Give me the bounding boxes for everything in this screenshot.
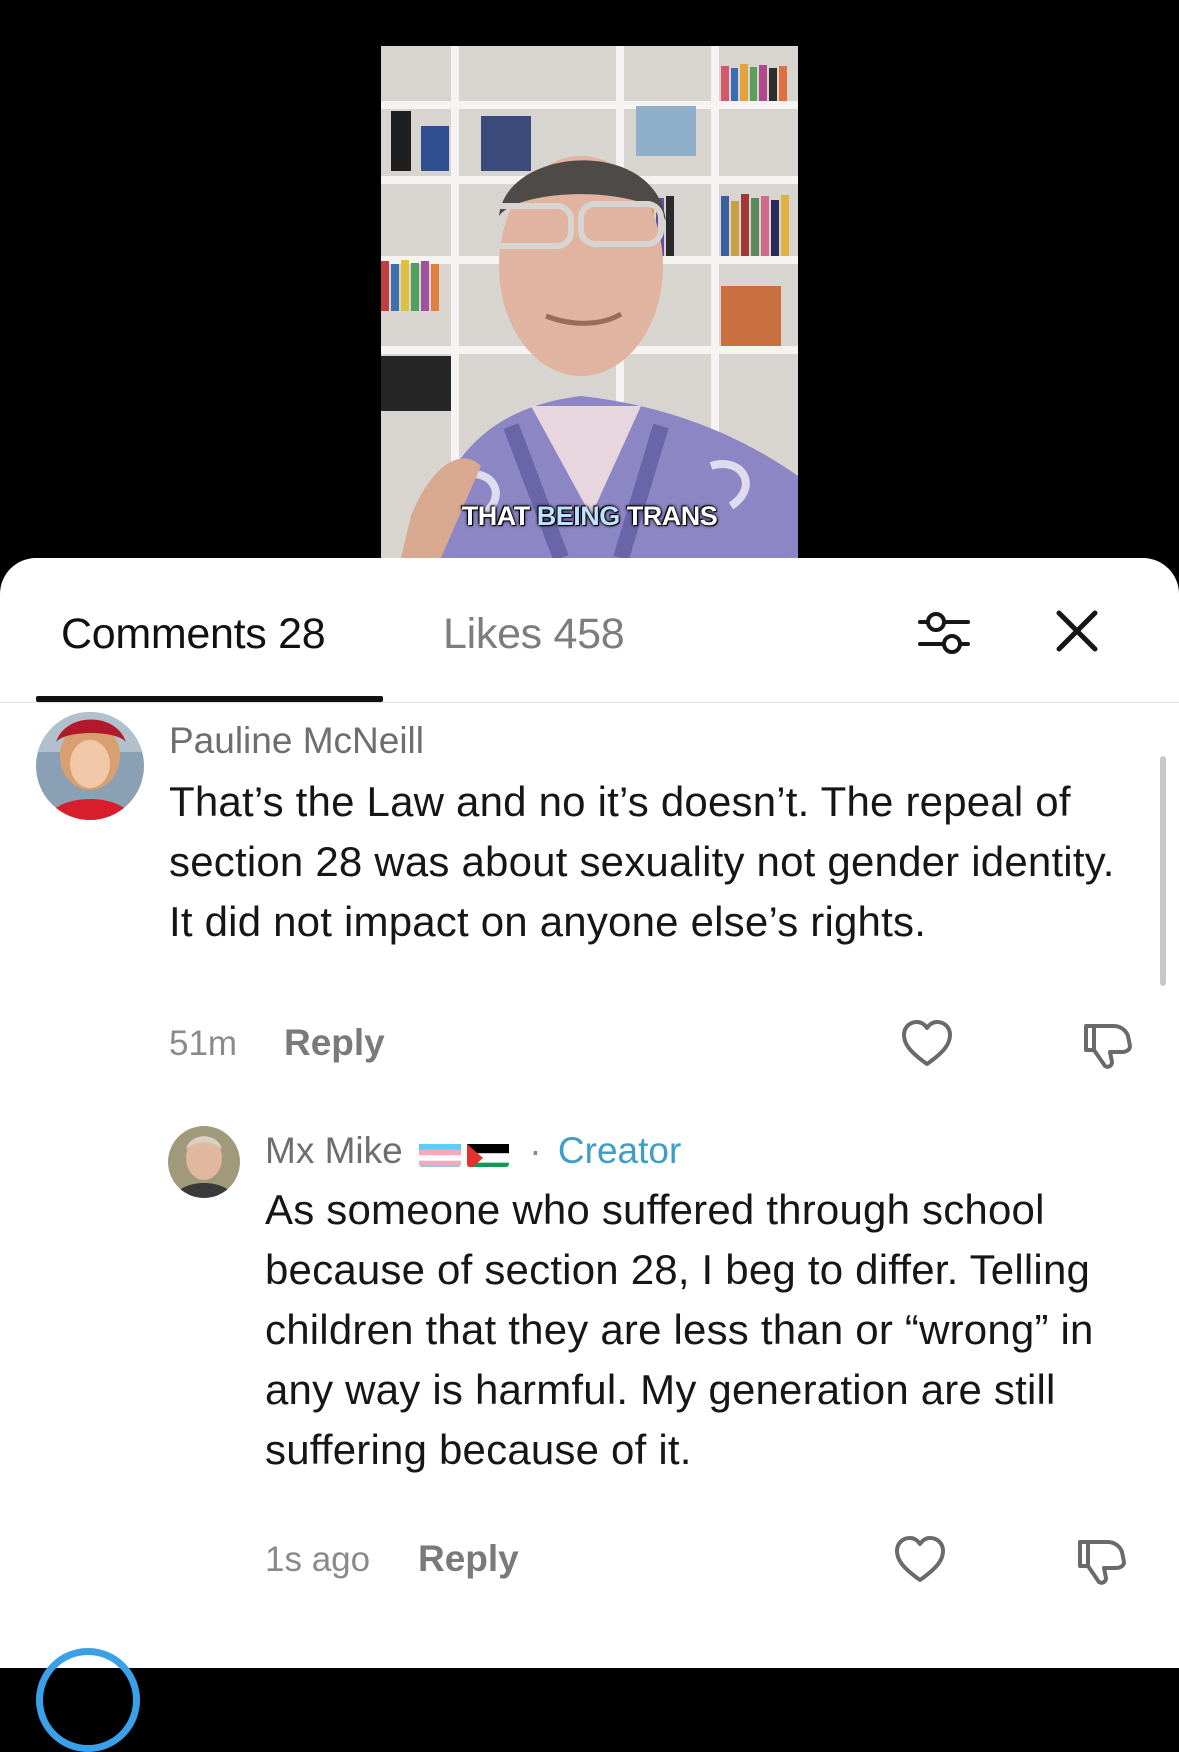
comment-item: Pauline McNeill That’s the Law and no it… [0,702,1179,1122]
comment-timestamp: 51m [169,1024,238,1063]
comment-text: That’s the Law and no it’s doesn’t. The … [169,778,1115,945]
comment-username[interactable]: Pauline McNeill [169,720,424,762]
separator-dot: · [529,1130,542,1171]
reply-button[interactable]: Reply [284,1022,385,1064]
video-frame[interactable]: THAT BEING TRANS [381,46,798,558]
video-player-area[interactable]: THAT BEING TRANS [0,0,1179,600]
thumbs-down-icon[interactable] [1074,1534,1128,1588]
reply-button[interactable]: Reply [418,1538,519,1580]
caption-part-1: THAT [461,501,537,531]
reply-timestamp: 1s ago [265,1540,371,1579]
avatar[interactable] [168,1126,240,1198]
heart-icon[interactable] [900,1018,954,1072]
caption-part-2-highlight: BEING [536,501,621,531]
video-caption: THAT BEING TRANS [381,501,798,532]
avatar[interactable] [36,712,144,820]
caption-part-3: TRANS [619,501,718,531]
next-comment-avatar-partial[interactable] [36,1648,140,1752]
creator-badge: Creator [557,1130,682,1171]
reply-username[interactable]: Mx Mike [265,1130,403,1171]
tab-comments[interactable]: Comments 28 [61,610,326,659]
reply-text: As someone who suffered through school b… [265,1186,1094,1473]
reply-comment-item: Mx Mike · Creator As someone who suffere… [0,1122,1179,1668]
tab-likes[interactable]: Likes 458 [443,610,625,659]
comments-sheet: Comments 28 Likes 458 Pauline McNeill Th… [0,558,1179,1752]
video-scene [381,46,798,558]
trans-flag-icon [419,1139,462,1168]
sliders-icon[interactable] [916,604,972,660]
heart-icon[interactable] [893,1534,947,1588]
close-icon[interactable] [1052,606,1102,656]
thumbs-down-icon[interactable] [1080,1018,1134,1072]
palestine-flag-icon [467,1139,510,1168]
reply-username-row: Mx Mike · Creator [265,1130,681,1172]
comments-tab-bar: Comments 28 Likes 458 [0,558,1179,703]
